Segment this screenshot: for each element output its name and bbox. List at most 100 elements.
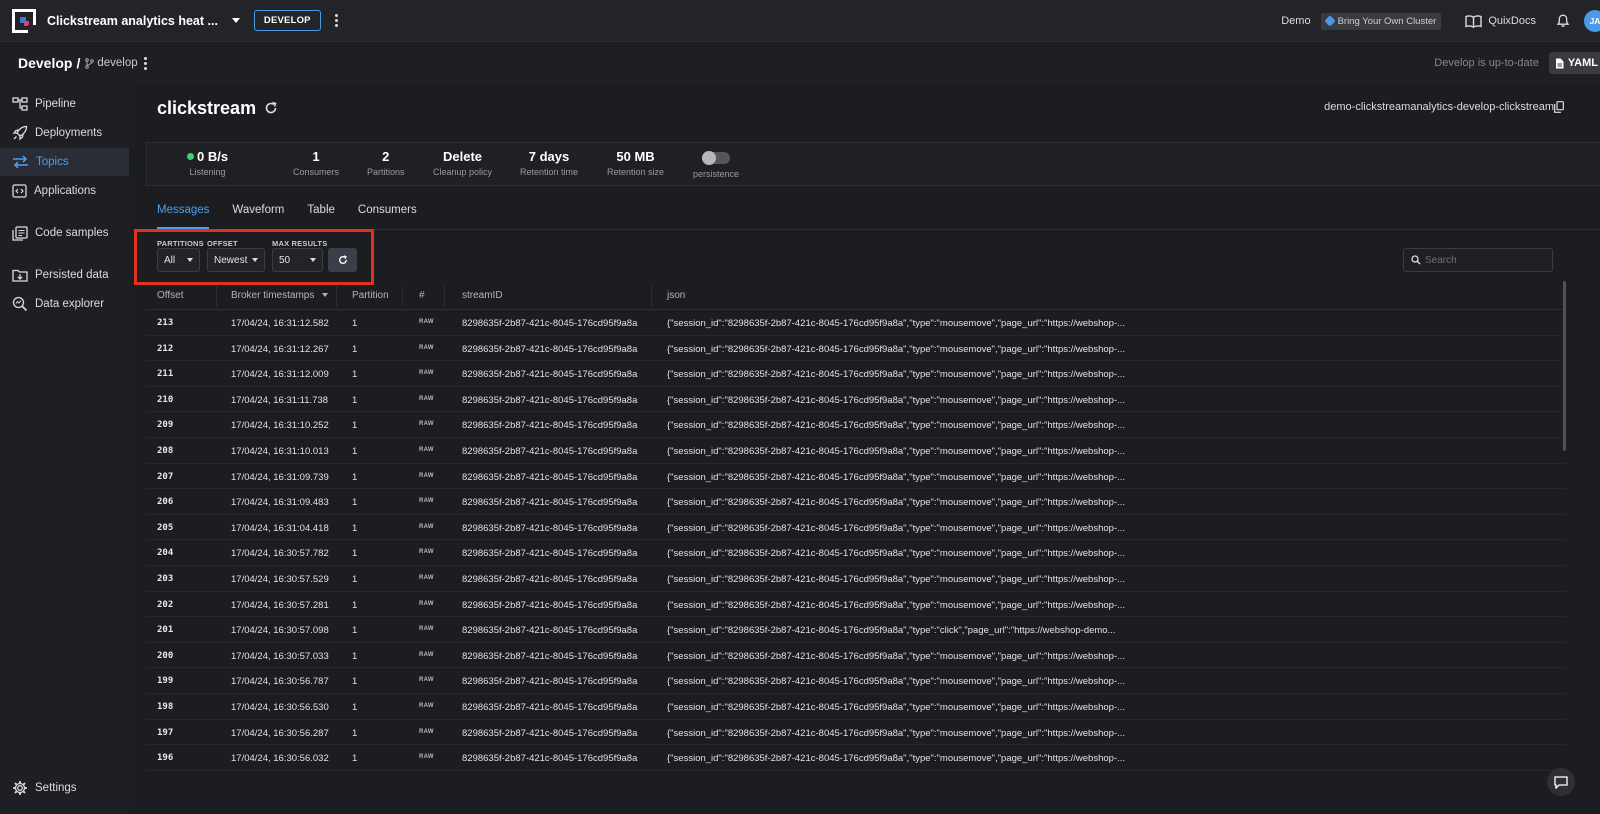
column-header-partition[interactable]: Partition — [352, 290, 389, 301]
branch-icon — [85, 57, 95, 69]
more-menu-icon[interactable] — [334, 14, 338, 27]
cluster-icon — [1323, 15, 1336, 27]
tab-messages[interactable]: Messages — [157, 204, 210, 229]
table-row[interactable]: 196 17/04/24, 16:30:56.032 1 RAW 8298635f-2b… — [146, 745, 1566, 771]
sidebar-item-data-explorer[interactable]: Data explorer — [0, 290, 129, 318]
cell-stream-id: 8298635f-2b87-421c-8045-176cd95f9a8a — [462, 497, 638, 509]
table-row[interactable]: 211 17/04/24, 16:31:12.009 1 RAW 8298635f-2b… — [146, 361, 1566, 387]
tab-waveform[interactable]: Waveform — [232, 204, 284, 229]
sidebar-item-topics[interactable]: Topics — [0, 148, 129, 176]
yaml-label: YAML — [1567, 57, 1598, 69]
docs-link[interactable]: QuixDocs — [1465, 14, 1536, 28]
copy-icon[interactable] — [1554, 101, 1564, 113]
cleanup-label: Cleanup policy — [433, 167, 493, 177]
cell-offset: 213 — [157, 318, 174, 328]
table-row[interactable]: 209 17/04/24, 16:31:10.252 1 RAW 8298635f-2b… — [146, 412, 1566, 438]
table-row[interactable]: 200 17/04/24, 16:30:57.033 1 RAW 8298635f-2b… — [146, 643, 1566, 669]
cell-json: {"session_id":"8298635f-2b87-421c-8045-1… — [667, 701, 1126, 713]
sidebar-item-deployments[interactable]: Deployments — [0, 119, 129, 147]
table-scrollbar[interactable] — [1563, 281, 1566, 451]
offset-filter-label: OFFSET — [207, 239, 238, 248]
cell-offset: 201 — [157, 625, 174, 636]
consumers-label: Consumers — [293, 167, 340, 177]
table-row[interactable]: 197 17/04/24, 16:30:56.287 1 RAW 8298635f-2b… — [146, 720, 1566, 746]
sidebar-item-persisted-data[interactable]: Persisted data — [0, 261, 129, 289]
sidebar-item-pipeline[interactable]: Pipeline — [0, 90, 129, 118]
table-row[interactable]: 213 17/04/24, 16:31:12.582 1 RAW 8298635f-2b… — [146, 310, 1566, 336]
tab-table[interactable]: Table — [307, 204, 335, 229]
search-input[interactable] — [1425, 254, 1545, 266]
table-row[interactable]: 202 17/04/24, 16:30:57.281 1 RAW 8298635f-2b… — [146, 592, 1566, 618]
cell-partition: 1 — [352, 753, 358, 765]
environment-badge[interactable]: DEVELOP — [253, 10, 321, 31]
sidebar-item-applications[interactable]: Applications — [0, 177, 129, 205]
branch-name[interactable]: develop — [97, 57, 137, 69]
column-header-broker-timestamps[interactable]: Broker timestamps — [231, 290, 329, 301]
offset-select[interactable]: Newest — [207, 248, 265, 272]
yaml-button[interactable]: YAML — [1548, 52, 1600, 74]
table-row[interactable]: 207 17/04/24, 16:31:09.739 1 RAW 8298635f-2b… — [146, 464, 1566, 490]
cell-json: {"session_id":"8298635f-2b87-421c-8045-1… — [667, 753, 1126, 765]
cell-broker-timestamp: 17/04/24, 16:31:09.739 — [231, 471, 329, 483]
sidebar-item-settings[interactable]: Settings — [0, 774, 129, 802]
cell-format-badge: RAW — [419, 319, 434, 325]
max-results-select-value: 50 — [279, 254, 291, 266]
column-header-format[interactable]: # — [419, 290, 425, 301]
branch-menu-icon[interactable] — [143, 56, 147, 70]
column-header-offset[interactable]: Offset — [157, 290, 184, 301]
quix-logo[interactable] — [12, 8, 36, 33]
cell-stream-id: 8298635f-2b87-421c-8045-176cd95f9a8a — [462, 471, 638, 483]
refresh-messages-button[interactable] — [328, 248, 357, 272]
cell-broker-timestamp: 17/04/24, 16:31:12.009 — [231, 369, 329, 381]
messages-table: Offset Broker timestamps Partition # str… — [146, 282, 1566, 771]
table-row[interactable]: 198 17/04/24, 16:30:56.530 1 RAW 8298635f-2b… — [146, 694, 1566, 720]
avatar[interactable]: JA — [1584, 10, 1600, 32]
cell-format-badge: RAW — [419, 446, 434, 453]
cell-offset: 209 — [157, 420, 174, 431]
retention-time-label: Retention time — [520, 167, 579, 177]
column-divider — [402, 286, 403, 306]
table-row[interactable]: 212 17/04/24, 16:31:12.267 1 RAW 8298635f-2b… — [146, 336, 1566, 362]
table-row[interactable]: 201 17/04/24, 16:30:57.098 1 RAW 8298635f-2b… — [146, 617, 1566, 643]
tab-consumers[interactable]: Consumers — [358, 204, 417, 229]
topic-full-id: demo-clickstreamanalytics-develop-clicks… — [1324, 101, 1554, 113]
column-header-stream-id[interactable]: streamID — [462, 290, 503, 301]
partitions-select-value: All — [164, 254, 176, 266]
partitions-select[interactable]: All — [157, 248, 200, 272]
cell-broker-timestamp: 17/04/24, 16:31:12.582 — [231, 318, 329, 329]
cell-json: {"session_id":"8298635f-2b87-421c-8045-1… — [667, 727, 1126, 739]
cell-broker-timestamp: 17/04/24, 16:30:57.033 — [231, 650, 329, 662]
breadcrumb-root[interactable]: Develop — [18, 55, 72, 71]
chat-support-button[interactable] — [1547, 768, 1575, 796]
refresh-icon[interactable] — [264, 101, 278, 115]
table-row[interactable]: 210 17/04/24, 16:31:11.738 1 RAW 8298635f-2b… — [146, 387, 1566, 413]
cell-stream-id: 8298635f-2b87-421c-8045-176cd95f9a8a — [462, 573, 638, 585]
chevron-down-icon[interactable] — [231, 18, 240, 23]
org-label[interactable]: Demo — [1281, 15, 1310, 27]
byoc-button[interactable]: Bring Your Own Cluster — [1320, 12, 1442, 30]
column-header-json[interactable]: json — [667, 290, 685, 301]
table-row[interactable]: 205 17/04/24, 16:31:04.418 1 RAW 8298635f-2b… — [146, 515, 1566, 541]
search-field[interactable] — [1403, 248, 1553, 272]
table-row[interactable]: 203 17/04/24, 16:30:57.529 1 RAW 8298635f-2b… — [146, 566, 1566, 592]
project-title[interactable]: Clickstream analytics heat ... — [47, 14, 218, 28]
refresh-icon — [338, 255, 347, 264]
table-row[interactable]: 208 17/04/24, 16:31:10.013 1 RAW 8298635f-2b… — [146, 438, 1566, 464]
chevron-down-icon — [252, 258, 258, 262]
cell-stream-id: 8298635f-2b87-421c-8045-176cd95f9a8a — [462, 343, 638, 355]
bell-icon[interactable] — [1556, 14, 1570, 28]
table-row[interactable]: 199 17/04/24, 16:30:56.787 1 RAW 8298635f-2b… — [146, 668, 1566, 694]
cell-stream-id: 8298635f-2b87-421c-8045-176cd95f9a8a — [462, 420, 638, 432]
persistence-toggle[interactable] — [702, 151, 731, 165]
max-results-select[interactable]: 50 — [272, 248, 323, 272]
retention-time-value: 7 days — [528, 149, 570, 164]
table-row[interactable]: 206 17/04/24, 16:31:09.483 1 RAW 8298635f-2b… — [146, 489, 1566, 515]
cell-broker-timestamp: 17/04/24, 16:31:04.418 — [231, 522, 329, 534]
cell-partition: 1 — [352, 625, 358, 637]
sidebar-item-code-samples[interactable]: Code samples — [0, 219, 129, 247]
cell-stream-id: 8298635f-2b87-421c-8045-176cd95f9a8a — [462, 676, 638, 688]
cell-format-badge: RAW — [419, 421, 434, 428]
cell-offset: 200 — [157, 650, 174, 661]
chevron-down-icon — [310, 258, 316, 262]
table-row[interactable]: 204 17/04/24, 16:30:57.782 1 RAW 8298635f-2b… — [146, 540, 1566, 566]
